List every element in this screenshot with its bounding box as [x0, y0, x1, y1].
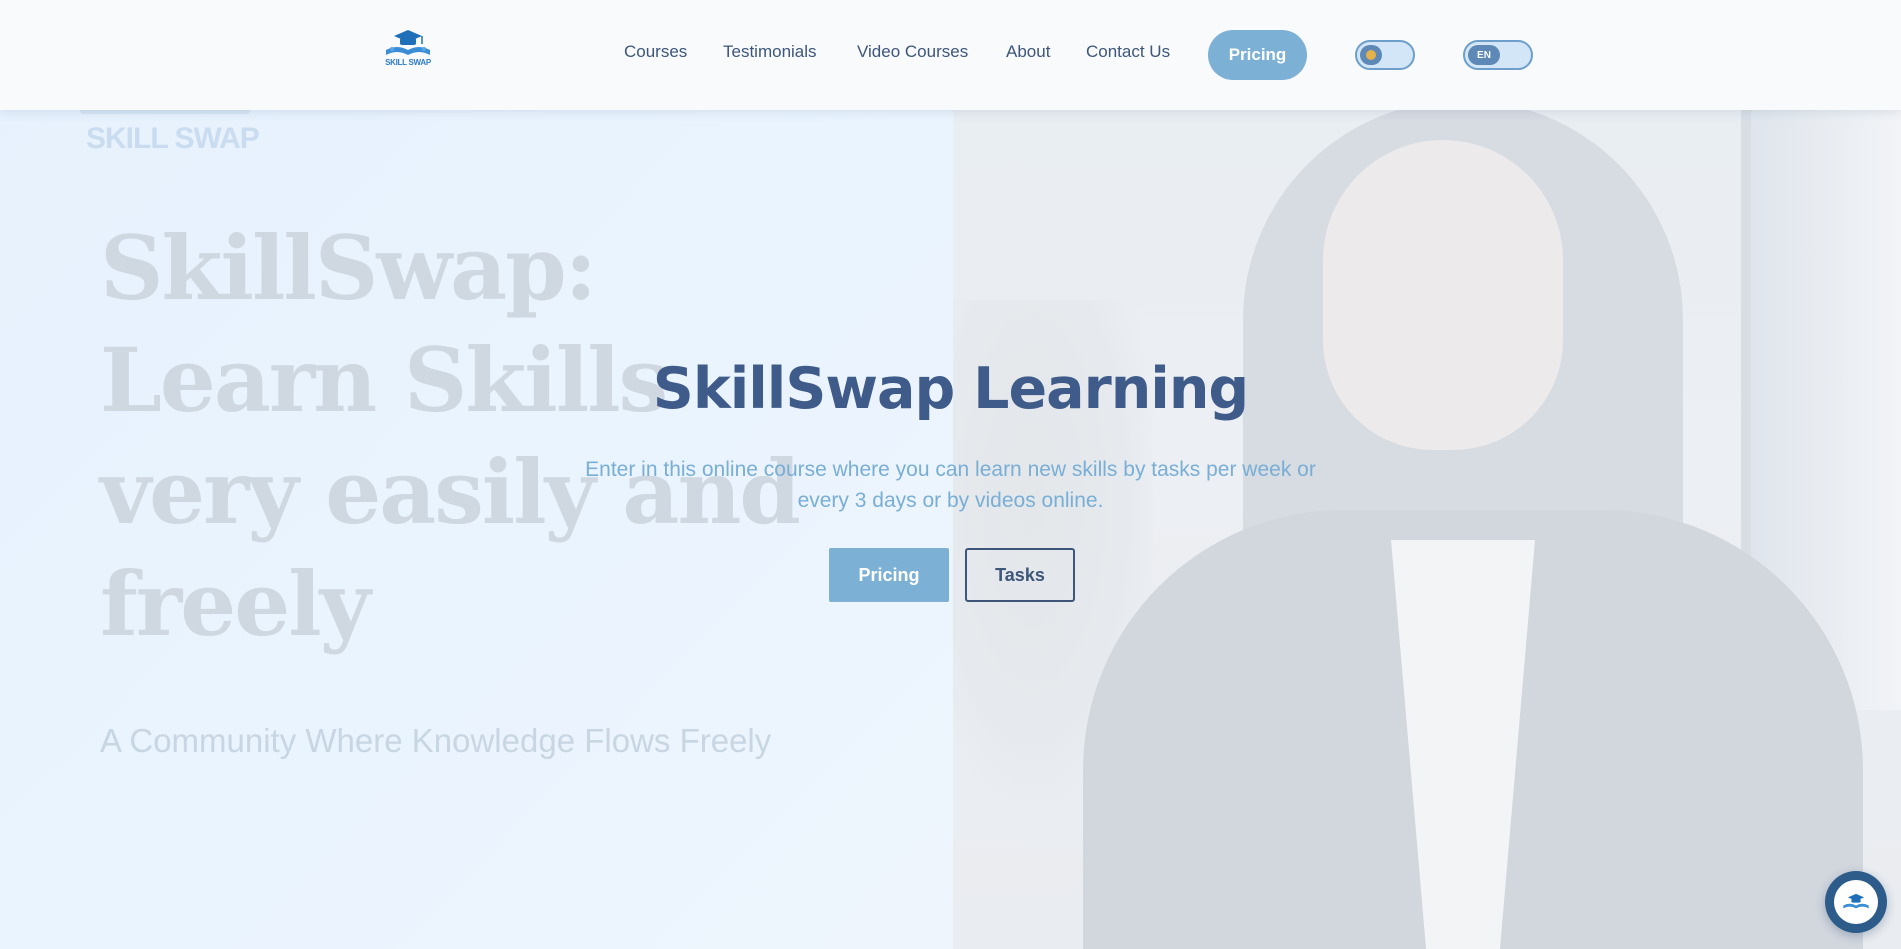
chat-bubble-button[interactable] — [1825, 871, 1887, 933]
nav-video-courses[interactable]: Video Courses — [857, 42, 968, 62]
background-headline: SkillSwap: Learn Skills very easily and … — [100, 216, 801, 656]
logo-text: SKILL SWAP — [385, 58, 431, 67]
nav-about[interactable]: About — [1006, 42, 1050, 62]
site-header: SKILL SWAP Courses Testimonials Video Co… — [0, 0, 1901, 110]
chat-bubble-inner — [1834, 880, 1878, 924]
header-pricing-button[interactable]: Pricing — [1208, 30, 1307, 80]
site-logo[interactable]: SKILL SWAP — [382, 28, 434, 72]
background-logo-text: SKILL SWAP — [86, 122, 260, 155]
language-toggle[interactable]: EN — [1463, 40, 1533, 70]
nav-contact-us[interactable]: Contact Us — [1086, 42, 1170, 62]
hero-title: SkillSwap Learning — [652, 356, 1249, 422]
graduation-cap-book-icon — [386, 30, 430, 55]
language-toggle-knob: EN — [1468, 45, 1500, 65]
hero-pricing-button[interactable]: Pricing — [829, 548, 949, 602]
skillswap-logo-icon — [1843, 893, 1869, 909]
hero-tasks-button[interactable]: Tasks — [965, 548, 1075, 602]
nav-courses[interactable]: Courses — [624, 42, 687, 62]
theme-toggle-knob — [1360, 45, 1382, 65]
nav-testimonials[interactable]: Testimonials — [723, 42, 817, 62]
sun-icon — [1366, 50, 1376, 60]
theme-toggle[interactable] — [1355, 40, 1415, 70]
hero-subtitle: Enter in this online course where you ca… — [585, 458, 1316, 512]
background-tagline: A Community Where Knowledge Flows Freely — [100, 722, 772, 759]
